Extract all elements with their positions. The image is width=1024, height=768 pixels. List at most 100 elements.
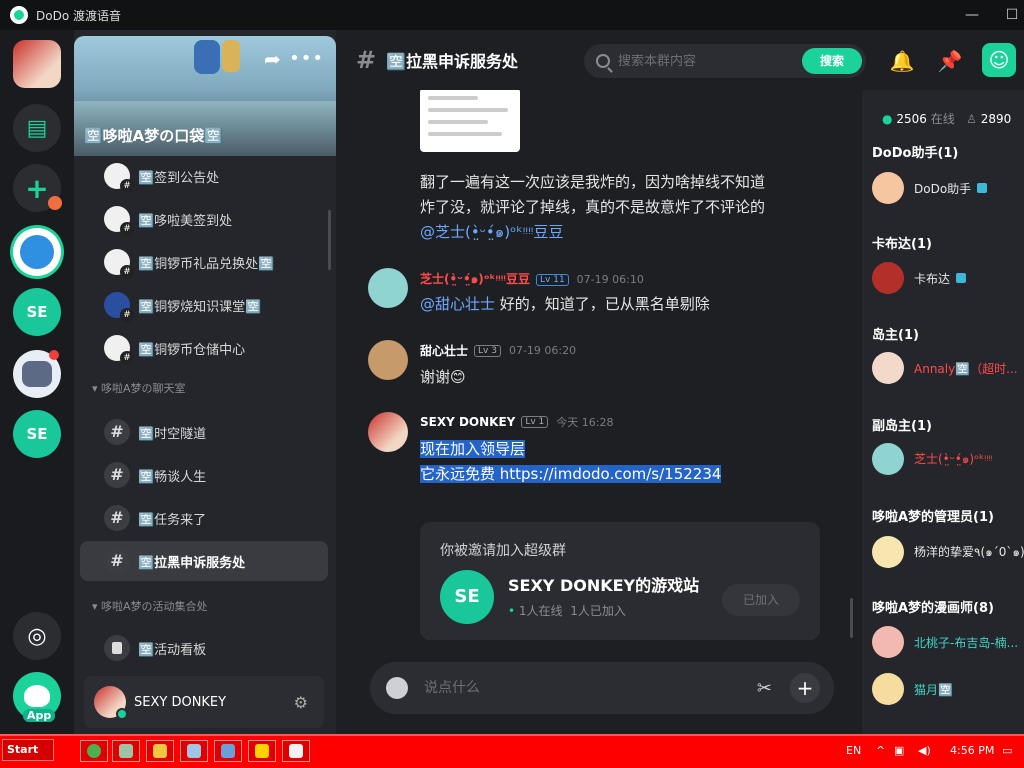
server-cat[interactable] (13, 350, 61, 398)
channel-avatar: # (104, 163, 134, 193)
dodo-assistant-icon[interactable]: ☺ (982, 43, 1016, 77)
notification-icon[interactable]: ▭ (1002, 744, 1012, 757)
member-group-title: DoDo助手(1) (872, 146, 959, 161)
member-item[interactable]: Annaly🈳（超时... (872, 352, 1018, 384)
add-server-icon[interactable]: + (13, 164, 62, 212)
invite-group-icon: SE (440, 570, 494, 624)
channel-item[interactable]: # 🈳任务来了 (80, 498, 328, 538)
invite-online: 1人在线 (518, 604, 563, 618)
invite-joined: 1人已加入 (570, 604, 626, 618)
message-avatar[interactable] (368, 268, 408, 308)
member-item[interactable]: 芝士(•̤̀ᵕ•̤́๑)ᵒᵏᵎᵎᵎᵎ (872, 443, 993, 475)
message-text: @甜心壮士 好的，知道了，已从黑名单剔除 (420, 292, 710, 317)
channel-avatar: # (104, 335, 134, 365)
chrome-icon[interactable] (80, 740, 108, 762)
cat-icon (22, 361, 52, 387)
channel-item[interactable]: # 🈳哆啦美签到处 (80, 199, 328, 239)
category-chat[interactable]: ▾ 哆啦A梦の聊天室 (92, 380, 186, 396)
banner-figure (222, 40, 240, 72)
share-icon[interactable]: ➦ (264, 49, 286, 70)
user-avatar[interactable] (94, 686, 128, 720)
channel-label: 🈳签到公告处 (138, 170, 220, 186)
member-name: Annaly🈳（超时... (914, 361, 1018, 376)
message-text-body: 好的，知道了，已从黑名单剔除 (495, 295, 710, 313)
channel-item[interactable]: # 🈳签到公告处 (80, 156, 328, 196)
emoji-icon[interactable] (386, 677, 408, 699)
group-banner: ➦ ••• 🈳哆啦A梦の口袋🈳 (74, 36, 336, 156)
server-se-1[interactable]: SE (13, 288, 61, 336)
messages-icon[interactable]: ▤ (13, 104, 61, 152)
member-list: ● 2506 在线 ♙ 2890 DoDo助手(1) DoDo助手 卡布达(1)… (862, 90, 1024, 734)
member-item[interactable]: DoDo助手 (872, 172, 988, 204)
channel-item[interactable]: # 🈳铜锣烧知识课堂🈳 (80, 285, 328, 325)
hash-badge-icon: # (120, 222, 134, 236)
user-bar: SEXY DONKEY ⚙ (84, 676, 324, 728)
member-item[interactable]: 北桃子-布吉岛-楠... (872, 626, 1018, 658)
screenshot-image[interactable] (420, 90, 520, 152)
search-box: 搜索 (584, 44, 866, 78)
app-button[interactable]: App (13, 672, 61, 722)
joined-button[interactable]: 已加入 (722, 584, 800, 616)
search-input[interactable] (618, 53, 788, 69)
author-name[interactable]: 芝士(•̤̀ᵕ•̤́๑)ᵒᵏᵎᵎᵎᵎ豆豆 (420, 270, 530, 289)
channel-item[interactable]: # 🈳畅谈人生 (80, 455, 328, 495)
maximize-button[interactable]: ☐ (1002, 5, 1022, 25)
notification-dot (48, 196, 62, 210)
scissors-icon[interactable]: ✂ (757, 678, 772, 699)
pin-icon[interactable]: 📌 (934, 45, 966, 77)
channel-item[interactable]: # 🈳铜锣币仓储中心 (80, 328, 328, 368)
app-icon[interactable] (112, 740, 140, 762)
app-icon[interactable] (282, 740, 310, 762)
category-activity[interactable]: ▾ 哆啦A梦の活动集合处 (92, 598, 208, 614)
bell-icon[interactable]: 🔔 (886, 45, 918, 77)
computer-icon[interactable] (180, 740, 208, 762)
network-icon[interactable]: ▣ (894, 744, 904, 757)
bot-tag-icon (956, 273, 967, 283)
member-item[interactable]: 猫月🈳 (872, 673, 953, 705)
channel-item-selected[interactable]: # 🈳拉黑申诉服务处 (80, 541, 328, 581)
channel-label: 🈳铜锣币仓储中心 (138, 342, 246, 358)
online-dot (116, 708, 128, 720)
channel-title: 🈳拉黑申诉服务处 (386, 52, 519, 71)
volume-icon[interactable]: ◀) (918, 744, 931, 757)
author-name[interactable]: SEXY DONKEY (420, 415, 515, 429)
channel-scrollbar[interactable] (328, 210, 331, 270)
channel-item[interactable]: # 🈳时空隧道 (80, 412, 328, 452)
window-icon[interactable] (214, 740, 242, 762)
language-indicator[interactable]: EN (846, 744, 861, 757)
channel-item[interactable]: 🈳活动看板 (80, 628, 328, 668)
message-avatar[interactable] (368, 340, 408, 380)
message-input[interactable] (424, 680, 724, 696)
more-icon[interactable]: ••• (289, 50, 324, 68)
channel-avatar: # (104, 292, 134, 322)
folder-icon[interactable] (146, 740, 174, 762)
member-item[interactable]: 卡布达 (872, 262, 967, 294)
discover-search-icon[interactable]: ◎ (13, 612, 61, 660)
warning-icon[interactable] (248, 740, 276, 762)
start-button[interactable]: Start (2, 739, 54, 761)
image-content (428, 120, 488, 124)
channel-item[interactable]: # 🈳铜锣币礼品兑换处🈳 (80, 242, 328, 282)
app-glyph (289, 744, 303, 758)
message-scrollbar[interactable] (850, 598, 853, 638)
member-item[interactable]: 杨洋的挚爱٩(๑´0`๑)۶ (872, 536, 1024, 568)
mention-link[interactable]: @芝士(•̤̀ᵕ•̤́๑)ᵒᵏᵎᵎᵎᵎ豆豆 (420, 220, 563, 245)
channel-label: 🈳时空隧道 (138, 426, 207, 442)
channel-label: 🈳任务来了 (138, 512, 207, 528)
image-content (428, 108, 508, 112)
invite-stats: • 1人在线 1人已加入 (508, 602, 626, 619)
duck-icon (24, 685, 50, 707)
tray-chevron-icon[interactable]: ^ (876, 744, 885, 757)
minimize-button[interactable]: — (962, 5, 982, 25)
message-avatar[interactable] (368, 412, 408, 452)
search-button[interactable]: 搜索 (802, 48, 862, 74)
author-name[interactable]: 甜心壮士 (420, 342, 468, 359)
user-avatar[interactable] (13, 40, 61, 88)
clock: 4:56 PM (950, 744, 995, 757)
add-attachment-button[interactable]: + (790, 673, 820, 703)
server-se-2[interactable]: SE (13, 410, 61, 458)
settings-sliders-icon[interactable]: ⚙ (294, 693, 308, 712)
server-doraemon[interactable] (13, 228, 61, 276)
message-composer: ✂ + (370, 662, 834, 714)
mention-link[interactable]: @甜心壮士 (420, 295, 495, 313)
